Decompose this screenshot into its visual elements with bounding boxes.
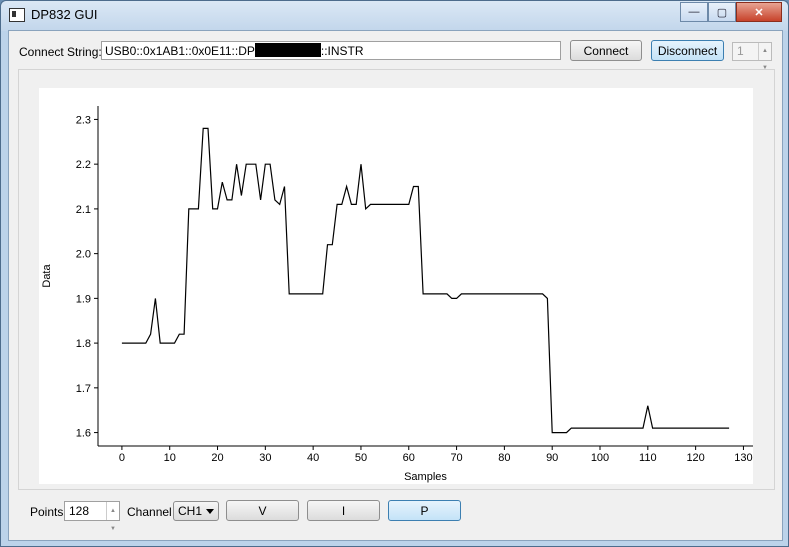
y-tick-label: 2.3 — [76, 114, 91, 126]
x-tick-label: 70 — [450, 452, 462, 464]
x-tick-label: 10 — [164, 452, 176, 464]
current-button[interactable]: I — [307, 500, 380, 521]
device-index-value: 1 — [737, 44, 744, 58]
x-axis-label: Samples — [404, 471, 447, 483]
channel-value: CH1 — [178, 504, 203, 518]
line-chart: 0 10 20 30 40 50 60 70 80 90 100 110 120 130 1.6 1.7 1.8… — [41, 106, 753, 483]
minimize-button[interactable]: — — [680, 2, 708, 22]
y-axis-label: Data — [41, 264, 53, 288]
connect-string-label: Connect String: — [19, 45, 102, 59]
channel-select[interactable]: CH1 — [173, 501, 219, 521]
y-tick-label: 1.7 — [76, 383, 91, 395]
connect-string-suffix: ::INSTR — [320, 44, 364, 58]
title-bar[interactable]: DP832 GUI — ▢ ✕ — [1, 1, 788, 31]
x-tick-label: 0 — [119, 452, 125, 464]
points-spinbox[interactable]: 128 ▲ ▼ — [64, 501, 120, 532]
x-tick-label: 20 — [211, 452, 223, 464]
x-tick-label: 80 — [498, 452, 510, 464]
voltage-button[interactable]: V — [226, 500, 299, 521]
chevron-down-icon — [206, 509, 214, 514]
series-line — [121, 127, 730, 434]
x-tick-label: 50 — [355, 452, 367, 464]
y-tick-label: 1.9 — [76, 293, 91, 305]
window-title: DP832 GUI — [31, 7, 98, 22]
y-tick-label: 1.6 — [76, 428, 91, 440]
connect-string-prefix: USB0::0x1AB1::0x0E11::DP — [105, 44, 255, 58]
y-tick-label: 2.2 — [76, 159, 91, 171]
disconnect-button[interactable]: Disconnect — [651, 40, 724, 61]
app-icon — [9, 8, 25, 22]
x-tick-label: 120 — [686, 452, 704, 464]
plot-area: 0 10 20 30 40 50 60 70 80 90 100 110 120 130 1.6 1.7 1.8… — [39, 88, 753, 484]
x-tick-label: 40 — [307, 452, 319, 464]
y-tick-label: 2.0 — [76, 249, 91, 261]
connect-button[interactable]: Connect — [570, 40, 642, 61]
points-spin-arrows[interactable]: ▲ ▼ — [106, 502, 119, 532]
points-label: Points — [30, 505, 64, 519]
connect-string-input[interactable]: USB0::0x1AB1::0x0E11::DP::INSTR — [101, 41, 561, 60]
main-panel: Connect String: USB0::0x1AB1::0x0E11::DP… — [8, 30, 783, 541]
y-tick-label: 2.1 — [76, 204, 91, 216]
y-tick-label: 1.8 — [76, 338, 91, 350]
x-tick-label: 110 — [639, 452, 657, 464]
x-tick-label: 130 — [734, 452, 752, 464]
x-tick-label: 60 — [403, 452, 415, 464]
power-button[interactable]: P — [388, 500, 461, 521]
channel-label: Channel — [127, 505, 172, 519]
x-tick-label: 100 — [591, 452, 609, 464]
x-tick-label: 90 — [546, 452, 558, 464]
points-value: 128 — [69, 504, 90, 518]
x-tick-label: 30 — [259, 452, 271, 464]
close-button[interactable]: ✕ — [736, 2, 782, 22]
redacted-serial — [254, 43, 321, 57]
app-window: DP832 GUI — ▢ ✕ Connect String: USB0::0x… — [0, 0, 789, 547]
spin-arrows[interactable]: ▲ ▼ — [758, 43, 771, 71]
maximize-button[interactable]: ▢ — [708, 2, 736, 22]
device-index-spinbox[interactable]: 1 ▲ ▼ — [732, 42, 772, 71]
